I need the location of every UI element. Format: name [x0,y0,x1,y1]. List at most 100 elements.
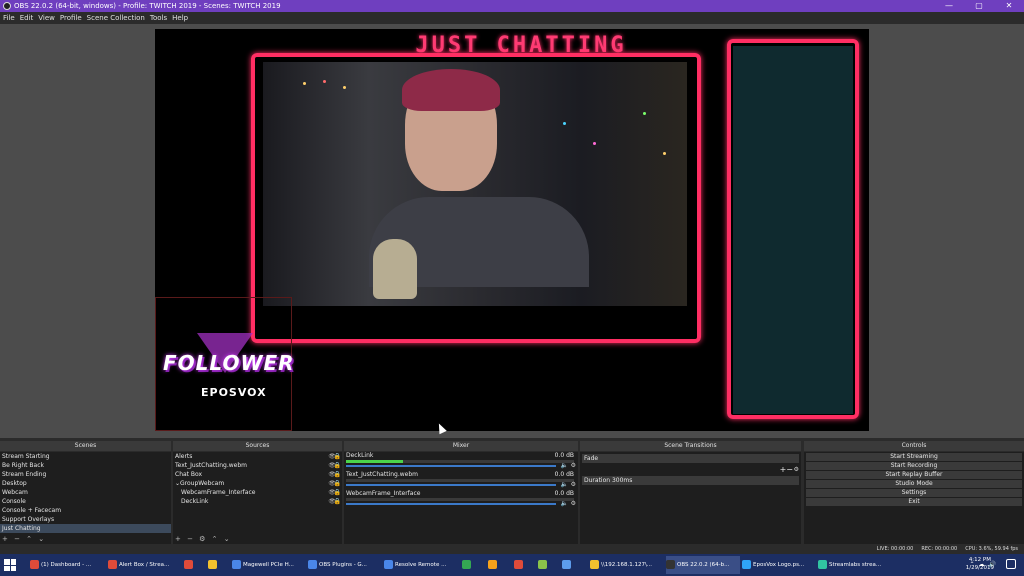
speaker-icon[interactable]: 🔈 [561,481,568,488]
lock-icon[interactable]: 🔒 [334,452,341,461]
transition-select[interactable]: Fade [582,454,799,463]
taskbar-clock[interactable]: 4:12 PM 1/29/2019 [966,556,994,572]
duration-value[interactable]: 300ms [612,477,632,484]
lock-icon[interactable]: 🔒 [334,497,341,506]
docs-icon [384,560,393,569]
taskbar-item-label: OBS 22.0.2 (64-b... [677,562,730,568]
volume-slider[interactable] [346,465,556,467]
chrome-icon [30,560,39,569]
source-group-item[interactable]: ⌄GroupWebcam 👁 🔒 [173,479,342,488]
volume-meter-fill [346,460,403,463]
docs-icon [232,560,241,569]
menu-help[interactable]: Help [172,12,188,24]
taskbar-item[interactable] [208,556,228,574]
taskbar-item[interactable]: Resolve Remote ... [384,556,460,574]
scene-item[interactable]: Console + Facecam [0,506,171,515]
chrome-icon [108,560,117,569]
minimize-button[interactable]: — [934,0,964,12]
sources-dock: Sources Alerts 👁 🔒 Text_JustChatting.webm… [173,441,342,544]
studio-mode-button[interactable]: Studio Mode [806,480,1022,488]
lock-icon[interactable]: 🔒 [334,461,341,470]
gear-icon[interactable]: ⚙ [571,481,576,488]
source-item[interactable]: Text_JustChatting.webm 👁 🔒 [173,461,342,470]
menu-profile[interactable]: Profile [60,12,82,24]
source-item[interactable]: Alerts 👁 🔒 [173,452,342,461]
taskbar-item[interactable]: \\192.168.1.127\... [590,556,666,574]
menu-file[interactable]: File [3,12,15,24]
add-transition-button[interactable]: +− [780,465,793,474]
menu-view[interactable]: View [38,12,55,24]
channel-db: 0.0 dB [554,471,574,478]
source-item[interactable]: WebcamFrame_Interface 👁 🔒 [173,488,342,497]
windows-taskbar: (1) Dashboard - ... Alert Box / Strea... M… [0,554,1024,576]
source-label: GroupWebcam [180,480,225,487]
sources-toolbar[interactable]: + − ⚙ ⌃ ⌄ [175,535,232,543]
notification-icon[interactable] [1006,559,1016,569]
taskbar-item[interactable]: EposVox Logo.ps... [742,556,818,574]
close-button[interactable]: ✕ [994,0,1024,12]
scene-item[interactable]: Stream Ending [0,470,171,479]
channel-db: 0.0 dB [554,452,574,459]
taskbar-item-label: (1) Dashboard - ... [41,562,92,568]
source-item[interactable]: Chat Box 👁 🔒 [173,470,342,479]
clock-time: 4:12 PM [968,557,991,563]
taskbar-item[interactable]: OBS Plugins - G... [308,556,384,574]
source-label: DeckLink [181,498,209,505]
scene-item[interactable]: Support Overlays [0,515,171,524]
menu-scene-collection[interactable]: Scene Collection [87,12,145,24]
transition-actions: +− ⚙ [582,465,799,474]
gear-icon[interactable]: ⚙ [794,465,799,474]
scene-item[interactable]: Be Right Back [0,461,171,470]
taskbar-item[interactable]: Alert Box / Strea... [108,556,184,574]
volume-slider[interactable] [346,484,556,486]
lock-icon[interactable]: 🔒 [334,488,341,497]
exit-button[interactable]: Exit [806,498,1022,506]
start-replay-buffer-button[interactable]: Start Replay Buffer [806,471,1022,479]
scenes-dock: Scenes Stream Starting Be Right Back Str… [0,441,171,544]
scene-item-selected[interactable]: Just Chatting [0,524,171,533]
menu-edit[interactable]: Edit [20,12,34,24]
follower-alert-text: FOLLOWER [163,351,295,375]
lock-icon[interactable]: 🔒 [334,470,341,479]
taskbar-item[interactable] [184,556,204,574]
volume-slider[interactable] [346,503,556,505]
chat-box-frame [727,39,859,419]
taskbar-item[interactable]: Streamlabs strea... [818,556,898,574]
settings-button[interactable]: Settings [806,489,1022,497]
taskbar-item[interactable] [538,556,556,574]
controls-body: Start Streaming Start Recording Start Re… [804,452,1024,544]
duration-field[interactable]: Duration 300ms [582,476,799,485]
maximize-button[interactable]: ▢ [964,0,994,12]
start-streaming-button[interactable]: Start Streaming [806,453,1022,461]
taskbar-item[interactable]: OBS 22.0.2 (64-b... [666,556,740,574]
volume-meter [346,498,574,501]
controls-dock: Controls Start Streaming Start Recording… [804,441,1024,544]
scene-item[interactable]: Stream Starting [0,452,171,461]
start-recording-button[interactable]: Start Recording [806,462,1022,470]
taskbar-item[interactable] [488,556,506,574]
taskbar-item[interactable]: (1) Dashboard - ... [30,556,106,574]
speaker-icon[interactable]: 🔈 [561,500,568,507]
speaker-icon[interactable]: 🔈 [561,462,568,469]
scene-transitions-dock: Scene Transitions Fade +− ⚙ Duration 300… [580,441,801,544]
channel-name: WebcamFrame_Interface [346,490,421,497]
taskbar-item[interactable]: Magewell PCIe H... [232,556,308,574]
windows-start-icon[interactable] [4,559,16,571]
taskbar-item[interactable] [514,556,532,574]
lock-icon[interactable]: 🔒 [334,479,341,488]
scene-item[interactable]: Webcam [0,488,171,497]
scenes-toolbar[interactable]: + − ⌃ ⌄ [2,535,46,543]
taskbar-item[interactable] [462,556,480,574]
taskbar-item-label: EposVox Logo.ps... [753,562,805,568]
menu-tools[interactable]: Tools [150,12,167,24]
obs-icon [666,560,675,569]
docs-icon [308,560,317,569]
brand-logo-text: EPOSVOX [201,386,267,399]
scene-item[interactable]: Console [0,497,171,506]
source-item[interactable]: DeckLink 👁 🔒 [173,497,342,506]
preview-canvas[interactable]: JUST CHATTING FOLLOWER EPOSVOX [155,29,869,431]
taskbar-item[interactable] [562,556,582,574]
gear-icon[interactable]: ⚙ [571,500,576,507]
scene-item[interactable]: Desktop [0,479,171,488]
gear-icon[interactable]: ⚙ [571,462,576,469]
